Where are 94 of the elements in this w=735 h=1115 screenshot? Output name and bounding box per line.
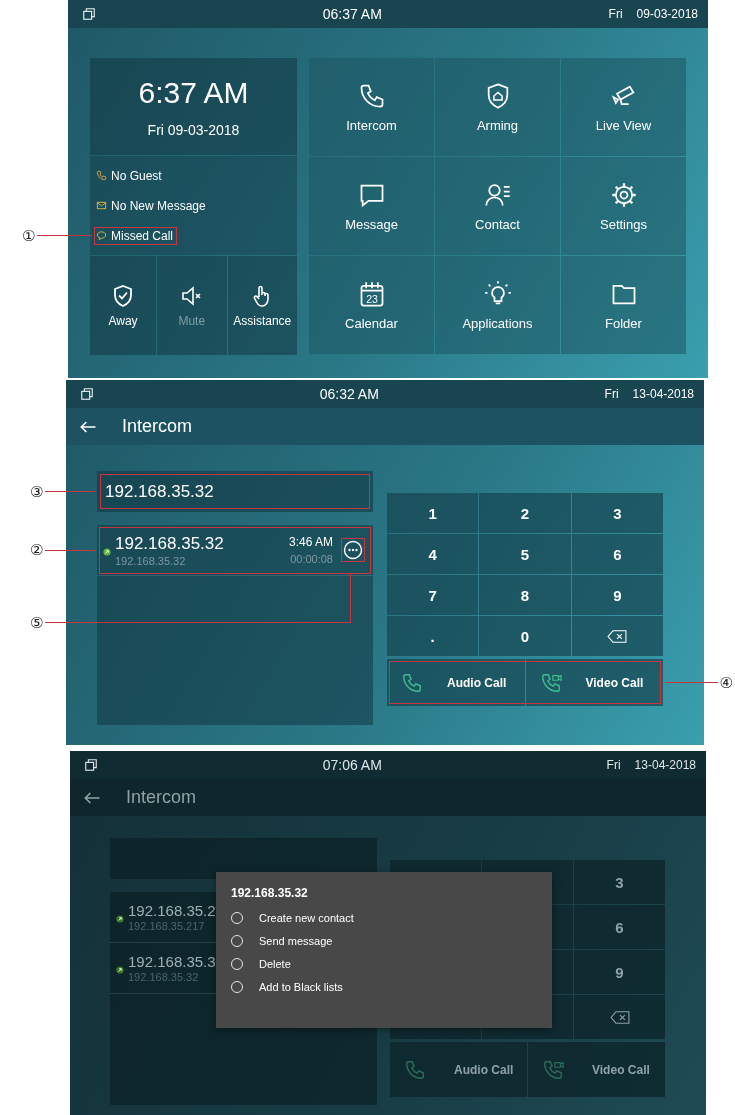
arming-tile[interactable]: Arming bbox=[435, 58, 560, 156]
chat-bubble-icon bbox=[96, 230, 107, 241]
menu-option[interactable]: Add to Black lists bbox=[231, 981, 537, 993]
status-time: 06:37 AM bbox=[321, 6, 383, 22]
status-day: Fri bbox=[604, 387, 619, 401]
screen-title: Intercom bbox=[122, 416, 193, 437]
record-time: 3:46 AM bbox=[288, 535, 333, 549]
away-button[interactable]: Away bbox=[90, 256, 156, 355]
backspace-icon bbox=[607, 629, 628, 643]
status-date: 09-03-2018 bbox=[636, 7, 698, 21]
screen-title: Intercom bbox=[126, 787, 197, 808]
keypad-key[interactable]: 9 bbox=[571, 575, 663, 615]
outgoing-call-icon bbox=[116, 915, 124, 923]
folder-tile[interactable]: Folder bbox=[561, 256, 686, 354]
more-icon bbox=[343, 540, 363, 560]
phone-icon bbox=[404, 1058, 426, 1081]
settings-icon bbox=[609, 180, 638, 209]
status-time: 06:32 AM bbox=[318, 386, 380, 402]
option-label: Create new contact bbox=[259, 912, 354, 924]
keypad-key[interactable]: . bbox=[387, 616, 479, 656]
menu-option[interactable]: Delete bbox=[231, 958, 537, 970]
call-record-row[interactable]: 192.168.35.32 192.168.35.32 3:46 AM 00:00:08 bbox=[97, 525, 373, 576]
callout-number: ② bbox=[30, 542, 44, 558]
status-time: 07:06 AM bbox=[321, 757, 383, 773]
video-call-button[interactable]: Video Call bbox=[528, 1042, 665, 1097]
calendar-tile[interactable]: 23 Calendar bbox=[309, 256, 434, 354]
status-date: 13-04-2018 bbox=[634, 758, 696, 772]
video-phone-icon bbox=[539, 671, 562, 694]
leader-line bbox=[45, 549, 95, 551]
keypad-key[interactable]: 1 bbox=[387, 493, 479, 533]
option-label: Add to Black lists bbox=[259, 981, 343, 993]
keypad-key[interactable]: 6 bbox=[571, 534, 663, 574]
live-view-tile[interactable]: Live View bbox=[561, 58, 686, 156]
keypad-key[interactable]: 6 bbox=[574, 905, 665, 949]
assistance-button[interactable]: Assistance bbox=[227, 256, 297, 355]
video-phone-icon bbox=[542, 1058, 564, 1081]
menu-option[interactable]: Create new contact bbox=[231, 912, 537, 924]
record-address: 192.168.35.217 bbox=[128, 920, 205, 932]
audio-call-button[interactable]: Audio Call bbox=[390, 1042, 527, 1097]
intercom-tile[interactable]: Intercom bbox=[309, 58, 434, 156]
keypad-key[interactable]: 5 bbox=[479, 534, 571, 574]
settings-tile[interactable]: Settings bbox=[561, 157, 686, 255]
option-label: Delete bbox=[259, 958, 291, 970]
status-day: Fri bbox=[606, 758, 621, 772]
status-day: Fri bbox=[608, 7, 623, 21]
number-input[interactable]: 192.168.35.32 bbox=[97, 471, 373, 512]
record-name: 192.168.35.3 bbox=[128, 953, 216, 970]
callout-number: ① bbox=[22, 227, 36, 244]
callout-number: ③ bbox=[30, 483, 44, 500]
record-address: 192.168.35.32 bbox=[128, 971, 199, 983]
windows-icon[interactable] bbox=[84, 758, 98, 772]
menu-option[interactable]: Send message bbox=[231, 935, 537, 947]
keypad-key[interactable]: 3 bbox=[574, 860, 665, 904]
notice-text[interactable]: Missed Call bbox=[111, 228, 173, 243]
callout-number: ④ bbox=[719, 674, 733, 691]
number-input[interactable] bbox=[110, 838, 377, 879]
keypad-key[interactable]: 9 bbox=[574, 950, 665, 994]
contact-tile[interactable]: Contact bbox=[435, 157, 560, 255]
clock-date: Fri 09-03-2018 bbox=[147, 121, 240, 138]
record-name: 192.168.35.32 bbox=[115, 533, 224, 554]
keypad-key[interactable]: 2 bbox=[479, 493, 571, 533]
leader-line bbox=[45, 491, 95, 492]
backspace-icon bbox=[609, 1010, 630, 1024]
backspace-key[interactable] bbox=[571, 616, 663, 656]
message-tile[interactable]: Message bbox=[309, 157, 434, 255]
keypad-key[interactable]: 4 bbox=[387, 534, 479, 574]
keypad-key[interactable]: 0 bbox=[479, 616, 571, 656]
notice-text[interactable]: No Guest bbox=[111, 168, 162, 183]
callout-number: ⑤ bbox=[30, 615, 44, 631]
envelope-icon bbox=[96, 200, 107, 211]
option-label: Send message bbox=[259, 935, 333, 947]
menu-title: 192.168.35.32 bbox=[231, 886, 309, 900]
keypad-key[interactable]: 7 bbox=[387, 575, 479, 615]
leader-line bbox=[665, 682, 718, 683]
more-button[interactable] bbox=[341, 538, 365, 562]
video-call-button[interactable]: Video Call bbox=[525, 659, 663, 706]
outgoing-call-icon bbox=[103, 548, 111, 556]
notice-text[interactable]: No New Message bbox=[111, 198, 206, 213]
clock-time: 6:37 AM bbox=[138, 75, 249, 110]
keypad-key[interactable]: 3 bbox=[571, 493, 663, 533]
shield-check-icon bbox=[111, 283, 135, 308]
windows-icon[interactable] bbox=[80, 387, 94, 401]
outgoing-call-icon bbox=[116, 966, 124, 974]
record-duration: 00:00:08 bbox=[290, 553, 333, 565]
applications-tile[interactable]: Applications bbox=[435, 256, 560, 354]
audio-call-button[interactable]: Audio Call bbox=[387, 659, 525, 706]
windows-icon[interactable] bbox=[82, 7, 96, 21]
status-date: 13-04-2018 bbox=[632, 387, 694, 401]
keypad-key[interactable]: 8 bbox=[479, 575, 571, 615]
record-address: 192.168.35.32 bbox=[115, 554, 186, 567]
record-name: 192.168.35.2 bbox=[128, 902, 216, 919]
leader-line bbox=[37, 235, 92, 236]
phone-icon bbox=[96, 170, 107, 181]
phone-icon bbox=[401, 671, 423, 694]
